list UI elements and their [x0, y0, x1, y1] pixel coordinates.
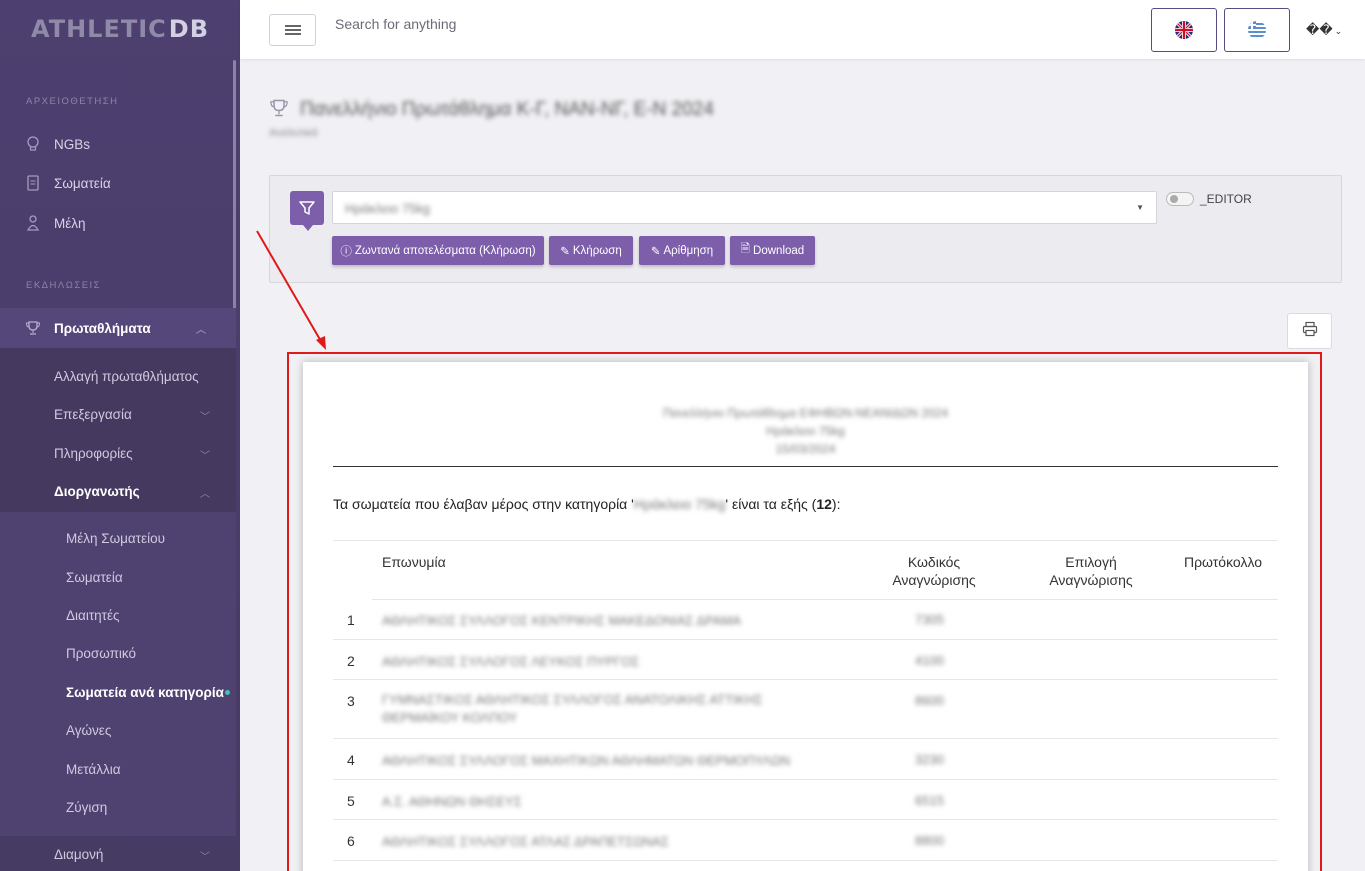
- annotation-arrow: [256, 230, 326, 350]
